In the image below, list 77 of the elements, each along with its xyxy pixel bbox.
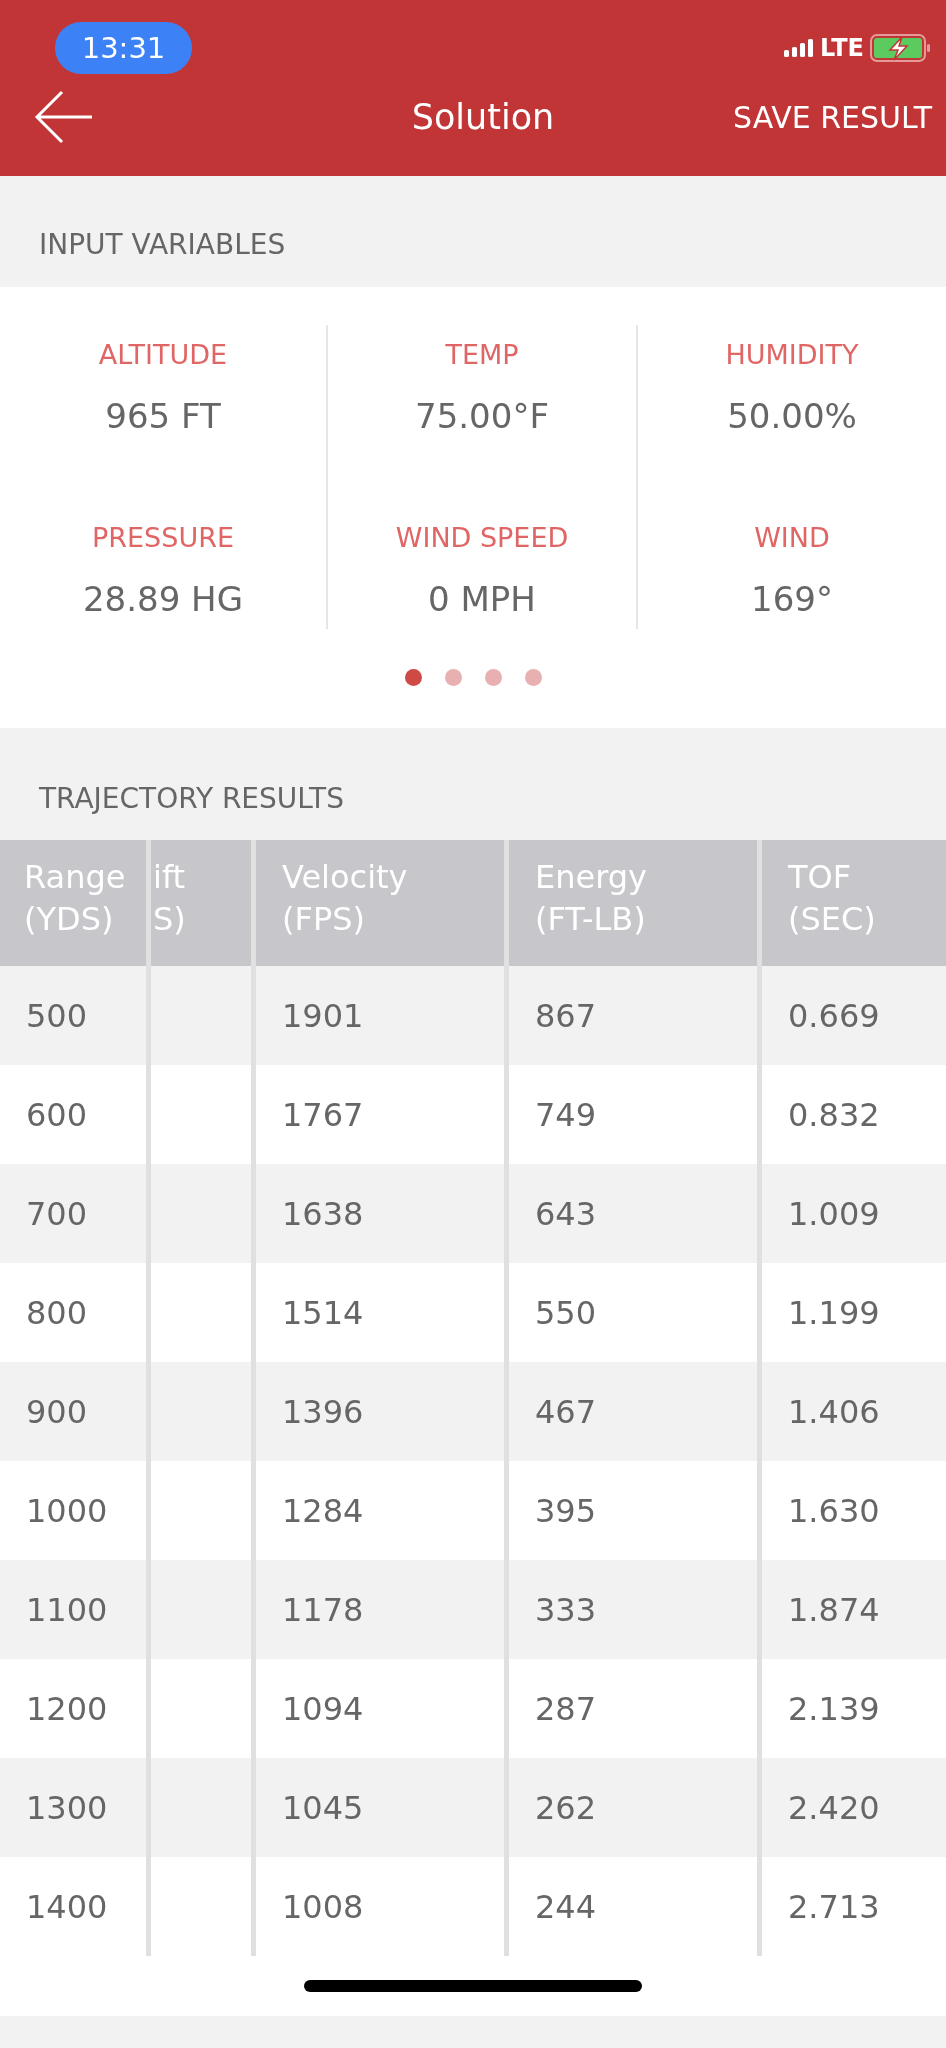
- table-cell: 1284: [256, 1461, 504, 1560]
- back-arrow-icon: [34, 89, 94, 145]
- section-title: TRAJECTORY RESULTS: [38, 781, 345, 817]
- variable-label: TEMP: [445, 339, 519, 370]
- table-cell: 0.669: [762, 966, 946, 1065]
- table-cell: 1300: [0, 1758, 146, 1857]
- table-cell: 1.874: [762, 1560, 946, 1659]
- header-name: TOF: [788, 857, 853, 898]
- variable-label: WIND: [754, 522, 830, 553]
- page-dot[interactable]: [524, 669, 542, 686]
- variable-value: 28.89 HG: [82, 579, 244, 619]
- table-cell: 1008: [256, 1857, 504, 1956]
- home-indicator[interactable]: [304, 1980, 642, 1992]
- variable-value: 0 MPH: [428, 579, 536, 619]
- table-cell: 1.199: [762, 1263, 946, 1362]
- page-dot[interactable]: [404, 669, 422, 686]
- table-cell: 1400: [0, 1857, 146, 1956]
- header-unit: (SEC): [788, 899, 877, 940]
- table-cell: 1000: [0, 1461, 146, 1560]
- table-cell: 500: [0, 966, 146, 1065]
- table-cell: 2.420: [762, 1758, 946, 1857]
- table-cell: 2.139: [762, 1659, 946, 1758]
- table-cell: 467: [509, 1362, 757, 1461]
- variable-value: 965 FT: [105, 396, 221, 436]
- table-cell: 2.713: [762, 1857, 946, 1956]
- header-name: Range: [24, 857, 127, 898]
- table-cell: 1100: [0, 1560, 146, 1659]
- header-name: Velocity: [282, 857, 409, 898]
- table-cell: 1901: [256, 966, 504, 1065]
- table-cell: 1045: [256, 1758, 504, 1857]
- section-title: INPUT VARIABLES: [38, 227, 287, 263]
- table-cell: 287: [509, 1659, 757, 1758]
- signal-icon: [783, 39, 814, 57]
- header-name: Energy: [535, 857, 649, 898]
- table-cell: 800: [0, 1263, 146, 1362]
- table-cell: 0.832: [762, 1065, 946, 1164]
- save-result-button[interactable]: SAVE RESULT: [733, 99, 932, 135]
- table-cell: 333: [509, 1560, 757, 1659]
- variable-label: ALTITUDE: [98, 339, 228, 370]
- battery-charging-icon: [870, 34, 932, 62]
- network-label: LTE: [819, 34, 864, 62]
- variable-label: HUMIDITY: [725, 339, 859, 370]
- header-unit: (FPS): [282, 899, 366, 940]
- table-cell: 395: [509, 1461, 757, 1560]
- table-cell: 1.009: [762, 1164, 946, 1263]
- table-cell: 900: [0, 1362, 146, 1461]
- table-cell: 867: [509, 966, 757, 1065]
- table-cell: 643: [509, 1164, 757, 1263]
- variable-label: PRESSURE: [92, 522, 234, 553]
- table-cell: 1.630: [762, 1461, 946, 1560]
- variable-value: 50.00%: [727, 396, 857, 436]
- variable-value: 75.00°F: [415, 396, 549, 436]
- header-name: ift: [153, 857, 187, 898]
- table-cell: 1.406: [762, 1362, 946, 1461]
- header-unit: (YDS): [24, 899, 115, 940]
- table-cell: 244: [509, 1857, 757, 1956]
- table-cell: 1178: [256, 1560, 504, 1659]
- variable-value: 169°: [751, 579, 833, 619]
- table-cell: 1767: [256, 1065, 504, 1164]
- back-button[interactable]: [34, 89, 94, 145]
- header-unit: (FT-LB): [535, 899, 647, 940]
- screen-title: Solution: [411, 97, 555, 137]
- table-cell: 1094: [256, 1659, 504, 1758]
- table-cell: 1514: [256, 1263, 504, 1362]
- table-cell: 550: [509, 1263, 757, 1362]
- page-dot[interactable]: [444, 669, 462, 686]
- table-cell: 749: [509, 1065, 757, 1164]
- table-cell: 1638: [256, 1164, 504, 1263]
- header-unit: S): [153, 899, 187, 940]
- variable-label: WIND SPEED: [395, 522, 569, 553]
- page-dot[interactable]: [484, 669, 502, 686]
- table-cell: 1200: [0, 1659, 146, 1758]
- clock-time: 13:31: [55, 22, 192, 74]
- table-cell: 600: [0, 1065, 146, 1164]
- table-cell: 1396: [256, 1362, 504, 1461]
- table-cell: 700: [0, 1164, 146, 1263]
- table-cell: 262: [509, 1758, 757, 1857]
